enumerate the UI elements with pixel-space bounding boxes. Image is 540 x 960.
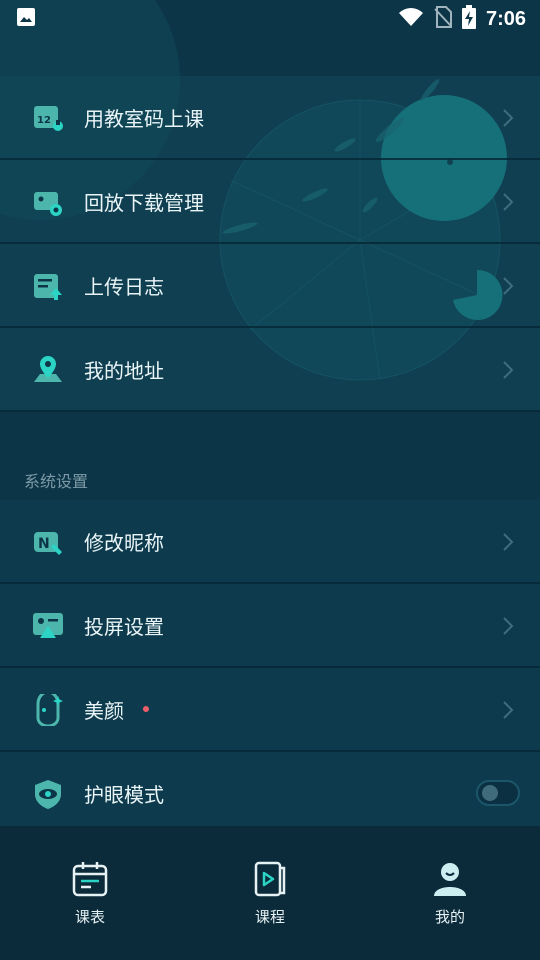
svg-text:N: N <box>38 536 50 552</box>
chevron-right-icon <box>503 617 514 635</box>
tab-schedule[interactable]: 课表 <box>0 826 180 960</box>
image-icon <box>16 7 36 31</box>
wifi-icon <box>398 7 424 31</box>
settings-item-eye-care: 护眼模式 <box>0 752 540 836</box>
eye-care-toggle[interactable] <box>476 780 520 806</box>
svg-text:12: 12 <box>37 115 51 126</box>
menu-item-classroom-code[interactable]: 12 用教室码上课 <box>0 76 540 160</box>
status-bar: 7:06 <box>0 0 540 38</box>
screen-cast-icon <box>32 610 64 642</box>
tab-label: 我的 <box>434 908 465 926</box>
settings-item-screen-cast[interactable]: 投屏设置 <box>0 584 540 668</box>
settings-item-label: 美颜 <box>84 698 124 723</box>
beauty-icon <box>32 690 64 728</box>
course-play-icon <box>251 860 289 898</box>
nickname-edit-icon: N <box>32 526 64 558</box>
classroom-code-icon: 12 <box>32 102 64 134</box>
settings-item-beauty[interactable]: 美颜 <box>0 668 540 752</box>
menu-item-label: 上传日志 <box>84 274 164 299</box>
battery-charging-icon <box>461 5 476 33</box>
calendar-icon <box>71 860 109 898</box>
menu-item-playback-download[interactable]: 回放下载管理 <box>0 160 540 244</box>
location-pin-icon <box>32 354 64 386</box>
chevron-right-icon <box>503 533 514 551</box>
menu-item-my-address[interactable]: 我的地址 <box>0 328 540 412</box>
tab-label: 课程 <box>254 908 285 926</box>
menu-item-label: 用教室码上课 <box>84 106 204 131</box>
menu-item-upload-log[interactable]: 上传日志 <box>0 244 540 328</box>
settings-item-label: 护眼模式 <box>84 782 164 807</box>
bottom-navigation: 课表 课程 我的 <box>0 826 540 960</box>
chevron-right-icon <box>503 361 514 379</box>
chevron-right-icon <box>503 277 514 295</box>
tab-courses[interactable]: 课程 <box>180 826 360 960</box>
playback-download-icon <box>32 186 64 218</box>
eye-shield-icon <box>32 778 64 810</box>
menu-item-label: 回放下载管理 <box>84 190 204 215</box>
section-title-system-settings: 系统设置 <box>24 472 89 491</box>
settings-item-label: 投屏设置 <box>84 614 164 639</box>
tab-label: 课表 <box>74 908 105 926</box>
no-sim-icon <box>434 6 452 32</box>
chevron-right-icon <box>503 701 514 719</box>
settings-list: N 修改昵称 投屏设置 美颜 护眼模式 <box>0 500 540 836</box>
upload-log-icon <box>32 270 64 302</box>
profile-icon <box>431 860 469 898</box>
chevron-right-icon <box>503 193 514 211</box>
toggle-knob <box>482 785 498 801</box>
account-menu-list: 12 用教室码上课 回放下载管理 上传日志 我的地址 <box>0 76 540 412</box>
settings-item-nickname[interactable]: N 修改昵称 <box>0 500 540 584</box>
tab-mine[interactable]: 我的 <box>360 826 540 960</box>
menu-item-label: 我的地址 <box>84 358 164 383</box>
chevron-right-icon <box>503 109 514 127</box>
settings-item-label: 修改昵称 <box>84 530 164 555</box>
new-indicator-dot <box>143 706 149 712</box>
status-time: 7:06 <box>485 7 526 30</box>
